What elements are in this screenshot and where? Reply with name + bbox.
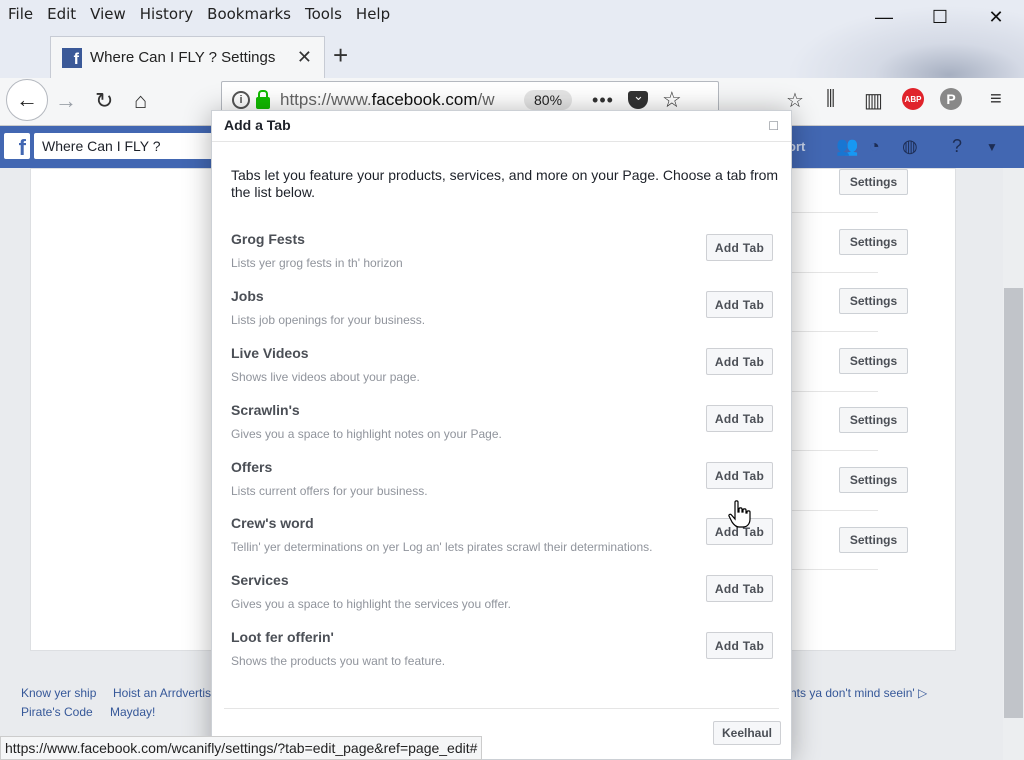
- add-tab-button[interactable]: Add Tab: [706, 462, 773, 489]
- tab-option-name: Jobs: [231, 288, 264, 304]
- tab-option-description: Gives you a space to highlight notes on …: [231, 427, 502, 441]
- sidebar-icon[interactable]: ▥: [864, 88, 883, 113]
- pocket-icon[interactable]: [627, 88, 648, 109]
- settings-button[interactable]: Settings: [839, 527, 908, 553]
- menu-help[interactable]: Help: [356, 5, 390, 23]
- facebook-search-input[interactable]: Where Can I FLY ?: [34, 133, 224, 159]
- tab-option-name: Scrawlin's: [231, 402, 300, 418]
- notifications-globe-icon[interactable]: ◍: [902, 136, 918, 157]
- add-tab-button[interactable]: Add Tab: [706, 234, 773, 261]
- tab-option-row: Services Gives you a space to highlight …: [212, 572, 791, 629]
- footer-link[interactable]: Pirate's Code: [21, 705, 93, 719]
- menu-file[interactable]: File: [8, 5, 33, 23]
- settings-button[interactable]: Settings: [839, 348, 908, 374]
- settings-button[interactable]: Settings: [839, 407, 908, 433]
- tab-option-description: Lists job openings for your business.: [231, 313, 426, 327]
- hamburger-menu-icon[interactable]: ≡: [990, 88, 1002, 111]
- dialog-close-icon[interactable]: ☐: [768, 119, 779, 133]
- dialog-footer-divider: [224, 708, 779, 709]
- tab-option-row: Live Videos Shows live videos about your…: [212, 345, 791, 402]
- tab-option-name: Grog Fests: [231, 231, 305, 247]
- account-dropdown-icon[interactable]: ▼: [986, 140, 998, 154]
- browser-tab-title: Where Can I FLY ? Settings: [90, 49, 276, 66]
- tab-option-description: Shows live videos about your page.: [231, 370, 420, 384]
- add-tab-button[interactable]: Add Tab: [706, 575, 773, 602]
- dialog-header: Add a Tab ☐: [212, 111, 791, 142]
- add-tab-button[interactable]: Add Tab: [706, 632, 773, 659]
- new-tab-icon[interactable]: +: [333, 40, 348, 71]
- keelhaul-cancel-button[interactable]: Keelhaul: [713, 721, 781, 745]
- menu-edit[interactable]: Edit: [47, 5, 76, 23]
- footer-link[interactable]: Mayday!: [110, 705, 155, 719]
- home-icon[interactable]: ⌂: [134, 88, 147, 114]
- facebook-favicon-icon: f: [62, 47, 82, 68]
- url-text[interactable]: https://www.facebook.com/w: [280, 90, 498, 110]
- zoom-level-badge[interactable]: 80%: [524, 90, 573, 110]
- reload-icon[interactable]: ↻: [95, 88, 113, 114]
- tab-option-row: Offers Lists current offers for your bus…: [212, 459, 791, 516]
- tab-option-name: Crew's word: [231, 515, 314, 531]
- lock-icon: [256, 89, 270, 109]
- tab-option-description: Tellin' yer determinations on yer Log an…: [231, 540, 653, 554]
- minimize-button[interactable]: —: [856, 0, 912, 34]
- hand-cursor-icon: [728, 500, 751, 528]
- settings-button[interactable]: Settings: [839, 229, 908, 255]
- help-icon[interactable]: ?: [952, 136, 962, 157]
- tab-option-name: Offers: [231, 459, 273, 475]
- dialog-intro-text: Tabs let you feature your products, serv…: [231, 167, 779, 200]
- facebook-logo-icon[interactable]: f: [4, 133, 30, 159]
- friend-requests-icon[interactable]: 👥: [836, 136, 858, 157]
- add-tab-dialog: Add a Tab ☐ Tabs let you feature your pr…: [211, 110, 792, 760]
- tab-option-description: Gives you a space to highlight the servi…: [231, 597, 511, 611]
- footer-link[interactable]: Know yer ship: [21, 686, 96, 700]
- menu-view[interactable]: View: [90, 5, 126, 23]
- tab-option-description: Lists yer grog fests in th' horizon: [231, 256, 403, 270]
- back-arrow-icon[interactable]: ←: [6, 79, 48, 121]
- tab-option-row: Crew's word Tellin' yer determinations o…: [212, 515, 791, 572]
- add-tab-button[interactable]: Add Tab: [706, 291, 773, 318]
- tab-option-name: Services: [231, 572, 289, 588]
- page-actions-menu-icon[interactable]: •••: [592, 90, 614, 111]
- browser-tab-active[interactable]: f Where Can I FLY ? Settings ✕: [50, 36, 325, 78]
- close-window-button[interactable]: ✕: [968, 0, 1024, 34]
- settings-button[interactable]: Settings: [839, 467, 908, 493]
- tab-option-row: Loot fer offerin' Shows the products you…: [212, 629, 791, 686]
- add-tab-button[interactable]: Add Tab: [706, 348, 773, 375]
- menu-tools[interactable]: Tools: [305, 5, 342, 23]
- messenger-icon[interactable]: ◔: [869, 136, 880, 157]
- add-tab-button[interactable]: Add Tab: [706, 405, 773, 432]
- tab-option-row: Scrawlin's Gives you a space to highligh…: [212, 402, 791, 459]
- pinterest-icon[interactable]: P: [940, 88, 962, 110]
- status-bar-url: https://www.facebook.com/wcanifly/settin…: [0, 736, 483, 760]
- tab-option-description: Lists current offers for your business.: [231, 484, 428, 498]
- settings-button[interactable]: Settings: [839, 288, 908, 314]
- tab-option-description: Shows the products you want to feature.: [231, 654, 446, 668]
- tab-option-row: Grog Fests Lists yer grog fests in th' h…: [212, 231, 791, 288]
- window-controls: — ☐ ✕: [856, 0, 1024, 34]
- adblock-plus-icon[interactable]: ABP: [902, 88, 924, 110]
- menu-bookmarks[interactable]: Bookmarks: [207, 5, 291, 23]
- tab-option-name: Loot fer offerin': [231, 629, 334, 645]
- site-info-icon[interactable]: i: [232, 91, 250, 109]
- dialog-title: Add a Tab: [224, 117, 291, 133]
- ad-choices-link[interactable]: nts ya don't mind seein' ▷: [790, 686, 927, 700]
- forward-arrow-icon[interactable]: →: [55, 88, 77, 114]
- page-scrollbar-thumb[interactable]: [1004, 288, 1023, 718]
- close-tab-icon[interactable]: ✕: [297, 47, 312, 68]
- footer-link[interactable]: Hoist an Arrdvertise: [113, 686, 218, 700]
- settings-button[interactable]: Settings: [839, 169, 908, 195]
- menu-history[interactable]: History: [140, 5, 193, 23]
- library-icon[interactable]: ⫼: [826, 88, 835, 111]
- tab-option-row: Jobs Lists job openings for your busines…: [212, 288, 791, 345]
- maximize-button[interactable]: ☐: [912, 0, 968, 34]
- tab-option-name: Live Videos: [231, 345, 309, 361]
